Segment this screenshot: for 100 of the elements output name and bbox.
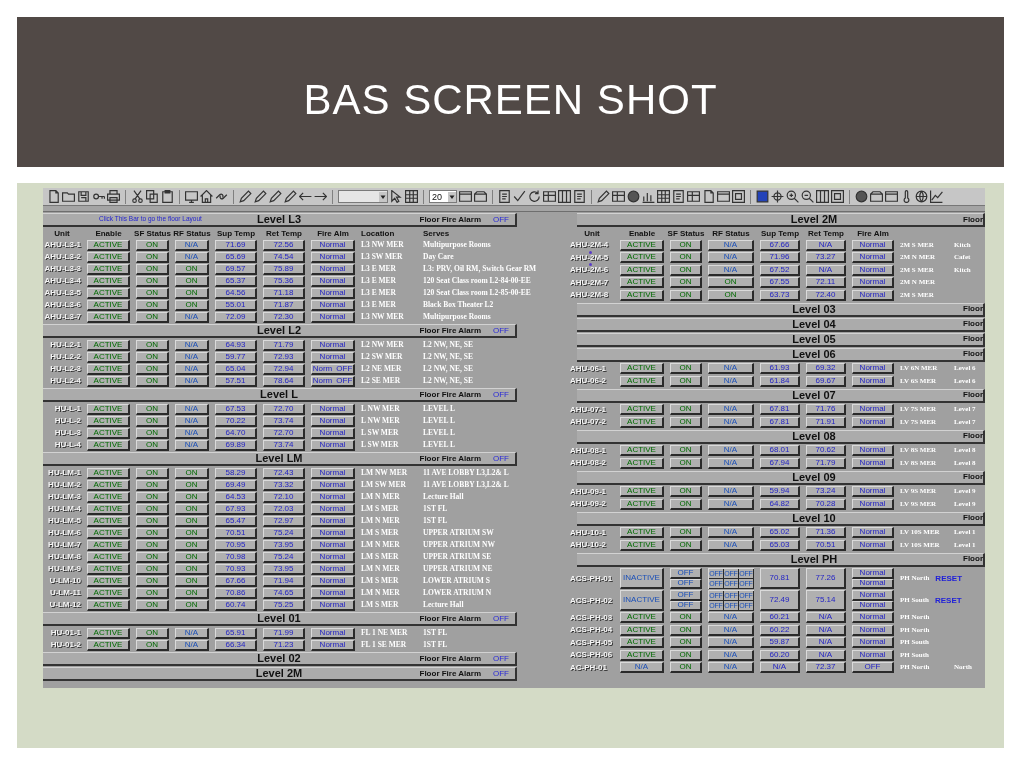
return-temp-button[interactable]: 72.97: [263, 515, 305, 527]
enable-button[interactable]: ACTIVE: [620, 289, 664, 301]
caret-icon[interactable]: [448, 191, 456, 202]
return-temp-button[interactable]: 72.30: [263, 311, 305, 323]
return-fan-button[interactable]: N/A: [175, 311, 209, 323]
enable-button[interactable]: ACTIVE: [620, 239, 664, 251]
fire-alarm-button[interactable]: Normal: [852, 264, 894, 276]
supply-temp-button[interactable]: 64.93: [215, 339, 257, 351]
supply-temp-button[interactable]: 70.86: [215, 587, 257, 599]
supply-fan-button[interactable]: ON: [136, 539, 169, 551]
return-fan-button[interactable]: ON: [175, 287, 209, 299]
fire-alarm-button[interactable]: Normal: [311, 351, 355, 363]
supply-fan-button[interactable]: ON: [136, 439, 169, 451]
level-bar[interactable]: Level 01 Floor Fire Alarm OFF: [43, 612, 517, 626]
fire-alarm-button[interactable]: Normal: [311, 539, 355, 551]
return-fan-button[interactable]: ON: [175, 587, 209, 599]
supply-temp-button[interactable]: 64.56: [215, 287, 257, 299]
supply-fan-button[interactable]: ON: [136, 599, 169, 611]
return-fan-button[interactable]: N/A: [175, 427, 209, 439]
fire-alarm-button[interactable]: Normal: [311, 627, 355, 639]
supply-fan-button[interactable]: ON: [670, 662, 702, 674]
enable-button[interactable]: ACTIVE: [87, 503, 130, 515]
return-fan-button[interactable]: N/A: [175, 415, 209, 427]
return-fan-button[interactable]: ON: [175, 563, 209, 575]
return-temp-button[interactable]: 72.93: [263, 351, 305, 363]
supply-temp-button[interactable]: 67.66: [760, 239, 800, 251]
fire-alarm-button[interactable]: Normal: [311, 239, 355, 251]
enable-button[interactable]: ACTIVE: [87, 251, 130, 263]
supply-temp-button[interactable]: 60.74: [215, 599, 257, 611]
return-fan-button[interactable]: ON: [175, 515, 209, 527]
supply-temp-button[interactable]: 70.51: [215, 527, 257, 539]
scissors-icon[interactable]: [131, 190, 144, 203]
enable-button[interactable]: ACTIVE: [87, 491, 130, 503]
enable-button[interactable]: ACTIVE: [87, 439, 130, 451]
supply-fan-button[interactable]: ON: [136, 275, 169, 287]
enable-button[interactable]: ACTIVE: [620, 264, 664, 276]
table-icon[interactable]: [687, 190, 700, 203]
return-fan-button[interactable]: ON: [175, 539, 209, 551]
supply-temp-button[interactable]: N/A: [760, 662, 800, 674]
enable-button[interactable]: ACTIVE: [620, 527, 664, 539]
supply-temp-button[interactable]: 60.21: [760, 612, 800, 624]
supply-fan-button[interactable]: OFF: [670, 568, 702, 579]
line-chart-icon[interactable]: [930, 190, 943, 203]
reset-button[interactable]: RESET: [935, 596, 962, 605]
return-fan-button[interactable]: N/A: [708, 457, 754, 469]
supply-temp-button[interactable]: 55.01: [215, 299, 257, 311]
return-temp-button[interactable]: 70.28: [806, 498, 846, 510]
supply-fan-button[interactable]: ON: [670, 649, 702, 661]
supply-fan-button[interactable]: ON: [670, 264, 702, 276]
table-icon[interactable]: [612, 190, 625, 203]
fire-alarm-button[interactable]: Norm OFF: [311, 363, 355, 375]
supply-fan-button[interactable]: ON: [136, 239, 169, 251]
return-temp-button[interactable]: 75.14: [806, 590, 846, 611]
window-icon[interactable]: [717, 190, 730, 203]
columns-icon[interactable]: [558, 190, 571, 203]
return-temp-button[interactable]: 73.27: [806, 252, 846, 264]
supply-fan-button[interactable]: ON: [136, 515, 169, 527]
fire-alarm-button[interactable]: Normal: [311, 427, 355, 439]
supply-fan-button[interactable]: ON: [670, 486, 702, 498]
enable-button[interactable]: ACTIVE: [87, 527, 130, 539]
level-bar[interactable]: Level 06 Floor: [577, 347, 985, 362]
supply-temp-button[interactable]: 67.53: [215, 403, 257, 415]
return-fan-button[interactable]: ON: [708, 277, 754, 289]
copy-icon[interactable]: [146, 190, 159, 203]
supply-fan-button[interactable]: ON: [670, 252, 702, 264]
frame-icon[interactable]: [732, 190, 745, 203]
return-fan-button[interactable]: ON: [175, 263, 209, 275]
pointer-icon[interactable]: [390, 190, 403, 203]
return-temp-button[interactable]: 74.54: [263, 251, 305, 263]
enable-button[interactable]: ACTIVE: [620, 649, 664, 661]
fire-alarm-button[interactable]: Normal: [311, 575, 355, 587]
document-icon[interactable]: [702, 190, 715, 203]
supply-fan-button[interactable]: ON: [670, 539, 702, 551]
supply-fan-button[interactable]: ON: [670, 445, 702, 457]
return-temp-button[interactable]: N/A: [806, 612, 846, 624]
return-fan-button[interactable]: N/A: [175, 251, 209, 263]
checkmark-icon[interactable]: [513, 190, 526, 203]
left-arrow-icon[interactable]: [299, 190, 312, 203]
supply-fan-button[interactable]: ON: [136, 587, 169, 599]
return-fan-button[interactable]: N/A: [708, 527, 754, 539]
level-bar[interactable]: Level L Floor Fire Alarm OFF: [43, 388, 517, 402]
supply-fan-button[interactable]: ON: [136, 575, 169, 587]
combo-field[interactable]: [338, 190, 388, 203]
table-icon[interactable]: [543, 190, 556, 203]
supply-fan-button[interactable]: ON: [136, 551, 169, 563]
level-bar[interactable]: Level 09 Floor: [577, 470, 985, 485]
return-fan-button[interactable]: N/A: [708, 445, 754, 457]
return-fan-button[interactable]: N/A: [708, 416, 754, 428]
return-fan-button[interactable]: N/A: [708, 624, 754, 636]
pencil-icon[interactable]: [254, 190, 267, 203]
fire-alarm-button[interactable]: Normal: [852, 486, 894, 498]
return-temp-button[interactable]: 71.23: [263, 639, 305, 651]
supply-fan-button[interactable]: ON: [136, 375, 169, 387]
return-temp-button[interactable]: 71.79: [263, 339, 305, 351]
supply-fan-button[interactable]: ON: [136, 339, 169, 351]
fire-alarm-button[interactable]: Normal: [852, 375, 894, 387]
supply-fan-button[interactable]: ON: [136, 503, 169, 515]
fire-alarm-button[interactable]: Normal: [311, 479, 355, 491]
enable-button[interactable]: ACTIVE: [87, 351, 130, 363]
refresh-icon[interactable]: [528, 190, 541, 203]
